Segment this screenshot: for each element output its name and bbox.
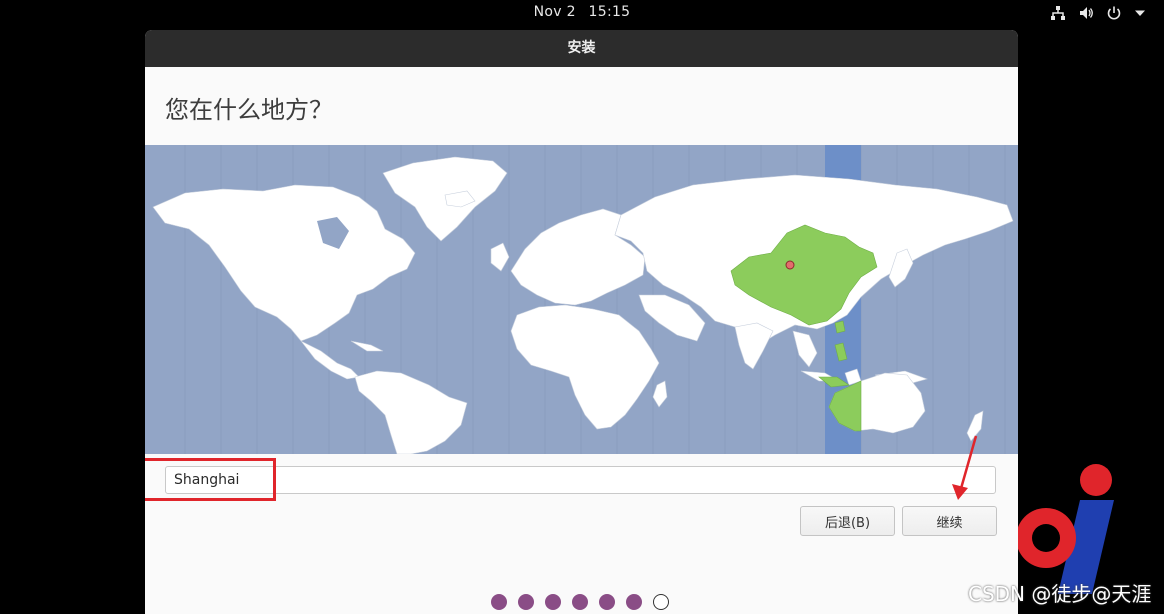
progress-dot-current bbox=[653, 594, 669, 610]
continents bbox=[152, 156, 1014, 454]
watermark: CSDN @徒步@天涯 bbox=[968, 582, 1152, 606]
network-icon[interactable] bbox=[1050, 5, 1066, 21]
window-title[interactable]: 安装 bbox=[145, 30, 1018, 67]
progress-dot-completed bbox=[491, 594, 507, 610]
system-tray[interactable] bbox=[1050, 3, 1146, 23]
timezone-input[interactable] bbox=[165, 466, 996, 494]
clock[interactable]: Nov 2 15:15 bbox=[0, 4, 1164, 20]
top-bar: Nov 2 15:15 bbox=[0, 0, 1164, 26]
chevron-down-icon[interactable] bbox=[1134, 7, 1146, 19]
location-marker bbox=[785, 260, 795, 270]
progress-dots bbox=[491, 594, 669, 610]
progress-dot-completed bbox=[626, 594, 642, 610]
power-icon[interactable] bbox=[1106, 5, 1122, 21]
date-label: Nov 2 bbox=[533, 4, 576, 20]
installer-window: 安装 您在什么地方？ Shanghai 后退(B) 继续 bbox=[145, 30, 1018, 614]
progress-dot-completed bbox=[545, 594, 561, 610]
time-label: 15:15 bbox=[588, 4, 631, 20]
progress-dot-completed bbox=[572, 594, 588, 610]
page-title: 您在什么地方？ bbox=[165, 96, 333, 124]
volume-icon[interactable] bbox=[1078, 5, 1094, 21]
progress-dot-completed bbox=[599, 594, 615, 610]
progress-dot-completed bbox=[518, 594, 534, 610]
continue-button[interactable]: 继续 bbox=[902, 506, 997, 536]
timezone-map[interactable] bbox=[145, 145, 1018, 454]
back-button[interactable]: 后退(B) bbox=[800, 506, 895, 536]
